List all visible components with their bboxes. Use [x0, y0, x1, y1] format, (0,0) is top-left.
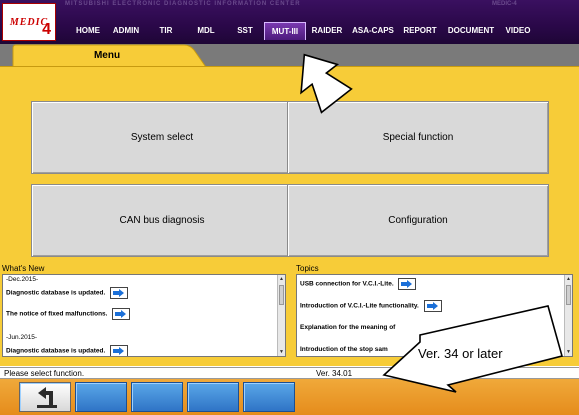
nav-mdl[interactable]: MDL	[186, 22, 226, 40]
list-item[interactable]: Introduction of V.C.I.-Lite functionalit…	[300, 300, 442, 312]
blue-right-arrow-icon[interactable]	[110, 345, 129, 357]
toolbar-button-2[interactable]	[75, 382, 127, 412]
nav-raider[interactable]: RAIDER	[306, 22, 348, 40]
list-item[interactable]: Introduction of the stop sam	[300, 346, 388, 353]
main-nav: HOME ADMIN TIR MDL SST MUT-III RAIDER AS…	[70, 22, 536, 40]
main-panel: System select Special function CAN bus d…	[0, 66, 579, 366]
scroll-down-icon[interactable]: ▼	[565, 348, 572, 356]
bottom-toolbar	[0, 379, 579, 415]
whats-new-scrollbar[interactable]: ▲ ▼	[277, 275, 285, 356]
nav-document[interactable]: DOCUMENT	[442, 22, 500, 40]
whats-new-date-2: -Jun.2015-	[6, 334, 38, 341]
status-version: Ver. 34.01	[316, 369, 353, 378]
list-item[interactable]: USB connection for V.C.I.-Lite.	[300, 278, 417, 290]
nav-sst[interactable]: SST	[226, 22, 264, 40]
blue-right-arrow-icon[interactable]	[423, 300, 442, 312]
scroll-thumb[interactable]	[566, 285, 571, 305]
back-button[interactable]	[19, 382, 71, 412]
tab-menu-label: Menu	[93, 50, 121, 61]
topics-title: Topics	[296, 264, 319, 273]
toolbar-button-5[interactable]	[243, 382, 295, 412]
whats-new-date-1: -Dec.2015-	[6, 276, 39, 283]
can-bus-diagnosis-button[interactable]: CAN bus diagnosis	[31, 184, 293, 257]
scroll-up-icon[interactable]: ▲	[278, 275, 285, 283]
whats-new-item-3: Diagnostic database is updated.	[6, 347, 106, 355]
scroll-down-icon[interactable]: ▼	[278, 348, 285, 356]
nav-video[interactable]: VIDEO	[500, 22, 536, 40]
toolbar-button-3[interactable]	[131, 382, 183, 412]
status-bar: Please select function. Ver. 34.01	[0, 367, 579, 379]
whats-new-item-2: The notice of fixed malfunctions.	[6, 310, 108, 318]
nav-asa-caps[interactable]: ASA-CAPS	[348, 22, 398, 40]
list-item[interactable]: Explanation for the meaning of	[300, 324, 395, 331]
medic-logo[interactable]: MEDIC 4	[2, 3, 56, 41]
list-item[interactable]: Diagnostic database is updated.	[6, 345, 129, 357]
blue-right-arrow-icon[interactable]	[110, 287, 129, 299]
list-item[interactable]: The notice of fixed malfunctions.	[6, 308, 131, 320]
nav-tir[interactable]: TIR	[146, 22, 186, 40]
scroll-thumb[interactable]	[279, 285, 284, 305]
top-nav-bar: MITSUBISHI ELECTRONIC DIAGNOSTIC INFORMA…	[0, 0, 579, 44]
back-arrow-icon	[37, 387, 57, 408]
list-item[interactable]: Diagnostic database is updated.	[6, 287, 129, 299]
scroll-up-icon[interactable]: ▲	[565, 275, 572, 283]
whats-new-item-1: Diagnostic database is updated.	[6, 289, 106, 297]
header-faint-brand: MEDIC-4	[492, 1, 517, 7]
blue-right-arrow-icon[interactable]	[398, 278, 417, 290]
logo-number: 4	[42, 21, 51, 38]
configuration-button[interactable]: Configuration	[287, 184, 549, 257]
blue-right-arrow-icon[interactable]	[112, 308, 131, 320]
status-message: Please select function.	[4, 369, 85, 378]
special-function-button[interactable]: Special function	[287, 101, 549, 174]
whats-new-title: What's New	[2, 264, 45, 273]
system-select-button[interactable]: System select	[31, 101, 293, 174]
whats-new-list: -Dec.2015- Diagnostic database is update…	[2, 274, 286, 357]
nav-admin[interactable]: ADMIN	[106, 22, 146, 40]
nav-mut-iii[interactable]: MUT-III	[264, 22, 306, 40]
topics-item-2: Introduction of V.C.I.-Lite functionalit…	[300, 302, 419, 310]
topics-item-1: USB connection for V.C.I.-Lite.	[300, 280, 394, 288]
version-callout-text: Ver. 34 or later	[418, 346, 503, 361]
topics-item-3: Explanation for the meaning of	[300, 324, 396, 331]
header-faint-title: MITSUBISHI ELECTRONIC DIAGNOSTIC INFORMA…	[65, 1, 301, 7]
topics-list: USB connection for V.C.I.-Lite. Introduc…	[296, 274, 573, 357]
nav-home[interactable]: HOME	[70, 22, 106, 40]
topics-item-4: Introduction of the stop sam	[300, 346, 388, 353]
topics-scrollbar[interactable]: ▲ ▼	[564, 275, 572, 356]
nav-report[interactable]: REPORT	[398, 22, 442, 40]
toolbar-button-4[interactable]	[187, 382, 239, 412]
